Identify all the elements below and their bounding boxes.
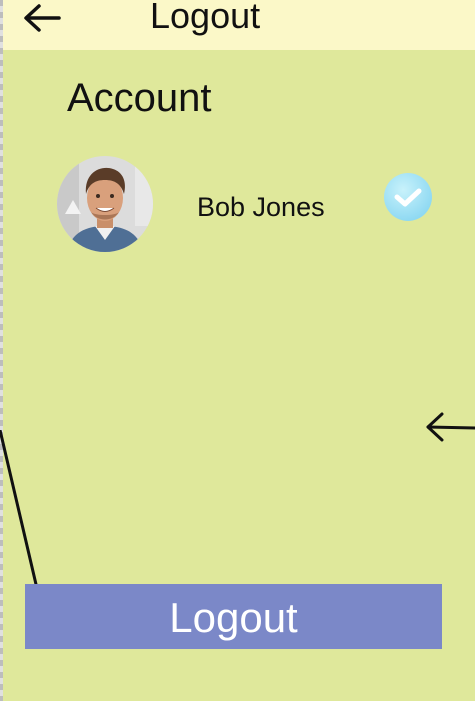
avatar <box>57 156 153 252</box>
annotation-arrow-left-icon <box>426 412 475 442</box>
logout-button-label: Logout <box>169 594 298 641</box>
user-name: Bob Jones <box>197 192 325 222</box>
screen: Logout Account Bob Jones Logout <box>0 0 475 701</box>
logout-button[interactable]: Logout <box>25 584 442 649</box>
verified-badge <box>383 172 433 222</box>
arrow-left-icon <box>24 4 61 32</box>
back-button[interactable] <box>21 0 65 38</box>
page-title: Logout <box>150 0 261 36</box>
section-title: Account <box>67 76 212 120</box>
top-app-bar: Logout <box>3 0 475 50</box>
check-circle-icon <box>384 173 432 221</box>
